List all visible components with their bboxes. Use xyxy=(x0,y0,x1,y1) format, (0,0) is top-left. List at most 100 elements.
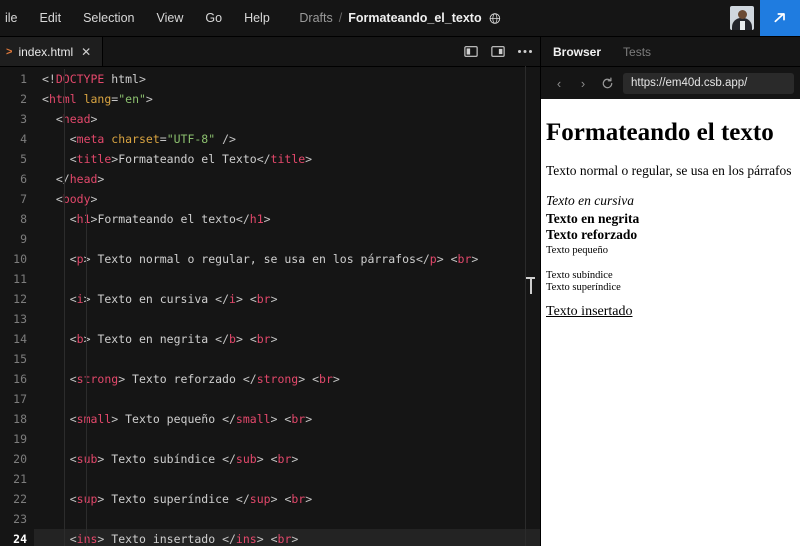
token-tag: html xyxy=(48,92,77,106)
token-punct: /> xyxy=(215,132,236,146)
line-number: 20 xyxy=(13,452,27,466)
browser-tab-browser[interactable]: Browser xyxy=(553,43,601,61)
url-input[interactable]: https://em40d.csb.app/ xyxy=(623,72,794,94)
token-tag: small xyxy=(235,412,271,426)
breadcrumb: Drafts / Formateando_el_texto xyxy=(299,11,501,25)
code-line[interactable] xyxy=(34,469,540,489)
code-line[interactable] xyxy=(34,269,540,289)
editor-scrollbar[interactable] xyxy=(526,66,540,546)
line-number: 17 xyxy=(13,392,27,406)
code-line[interactable]: <ins> Texto insertado </ins> <br> xyxy=(34,529,540,546)
token-punct: = xyxy=(159,132,167,146)
token-punct: </ xyxy=(222,452,236,466)
forward-icon[interactable]: › xyxy=(573,73,593,93)
line-number: 11 xyxy=(13,272,27,286)
title-bar: ile Edit Selection View Go Help Drafts / Form… xyxy=(0,0,800,37)
preview-formatted-block: Texto en cursiva Texto en negrita Texto … xyxy=(546,193,795,320)
menu-go[interactable]: Go xyxy=(194,7,233,29)
token-tag: br xyxy=(291,412,306,426)
token-tag: br xyxy=(277,452,292,466)
menu-help[interactable]: Help xyxy=(233,7,281,29)
token-punct: < xyxy=(69,412,77,426)
token-punct: < xyxy=(69,332,77,346)
back-icon[interactable]: ‹ xyxy=(549,73,569,93)
code-line[interactable]: <strong> Texto reforzado </strong> <br> xyxy=(34,369,540,389)
more-options-icon[interactable] xyxy=(516,44,534,60)
code-line[interactable] xyxy=(34,309,540,329)
token-txt: Texto insertado xyxy=(104,532,223,546)
breadcrumb-workspace[interactable]: Drafts xyxy=(299,11,332,25)
code-line[interactable]: <meta charset="UTF-8" /> xyxy=(34,129,540,149)
token-attr: charset xyxy=(111,132,160,146)
breadcrumb-project[interactable]: Formateando_el_texto xyxy=(348,11,481,25)
indent-guide xyxy=(86,207,87,546)
close-icon[interactable]: ✕ xyxy=(79,45,93,59)
reload-icon[interactable] xyxy=(597,73,617,93)
token-punct: < xyxy=(450,252,458,266)
code-line[interactable] xyxy=(34,429,540,449)
token-txt: Texto pequeño xyxy=(118,412,223,426)
token-punct: > xyxy=(305,152,313,166)
token-punct: < xyxy=(69,492,77,506)
line-number: 19 xyxy=(13,432,27,446)
toggle-preview-icon[interactable] xyxy=(489,44,507,60)
code-line[interactable]: <h1>Formateando el texto</h1> xyxy=(34,209,540,229)
code-line[interactable] xyxy=(34,229,540,249)
code-line[interactable]: <small> Texto pequeño </small> <br> xyxy=(34,409,540,429)
code-line[interactable] xyxy=(34,389,540,409)
browser-url-bar: ‹ › https://em40d.csb.app/ xyxy=(541,67,800,99)
code-line[interactable]: <html lang="en"> xyxy=(34,89,540,109)
token-str: "en" xyxy=(118,92,146,106)
code-line[interactable]: <title>Formateando el Texto</title> xyxy=(34,149,540,169)
code-editor[interactable]: 1234567891011121314151617181920212223242… xyxy=(0,67,540,546)
token-txt: Texto superíndice xyxy=(104,492,236,506)
share-button[interactable] xyxy=(760,0,800,36)
code-line[interactable] xyxy=(34,509,540,529)
line-number: 8 xyxy=(20,212,27,226)
menu-view[interactable]: View xyxy=(146,7,195,29)
token-punct: </ xyxy=(242,372,257,386)
menu-selection[interactable]: Selection xyxy=(72,7,145,29)
line-number: 21 xyxy=(13,472,27,486)
code-line[interactable]: <sup> Texto superíndice </sup> <br> xyxy=(34,489,540,509)
token-punct: < xyxy=(69,252,77,266)
browser-tab-tests[interactable]: Tests xyxy=(623,43,651,61)
token-punct: </ xyxy=(222,412,236,426)
menu-edit[interactable]: Edit xyxy=(29,7,73,29)
token-punct: < xyxy=(270,452,278,466)
split-editor-icon[interactable] xyxy=(462,44,480,60)
code-content[interactable]: <!DOCTYPE html> <html lang="en"> <head> <… xyxy=(34,67,540,546)
code-line[interactable]: <body> xyxy=(34,189,540,209)
code-line[interactable]: <!DOCTYPE html> xyxy=(34,69,540,89)
token-punct: > xyxy=(256,532,264,546)
code-line[interactable]: <b> Texto en negrita </b> <br> xyxy=(34,329,540,349)
preview-strong-text: Texto reforzado xyxy=(546,227,638,243)
token-punct: </ xyxy=(235,212,250,226)
code-line[interactable]: <i> Texto en cursiva </i> <br> xyxy=(34,289,540,309)
token-punct: > xyxy=(305,412,313,426)
token-tag: head xyxy=(69,172,98,186)
token-tag: br xyxy=(319,372,333,386)
editor-tab-index-html[interactable]: > index.html ✕ xyxy=(0,37,104,66)
token-punct: </ xyxy=(235,492,250,506)
token-punct: > xyxy=(145,92,153,106)
token-tag: br xyxy=(256,332,271,346)
line-number: 1 xyxy=(20,72,27,86)
line-number: 24 xyxy=(13,532,27,546)
code-line[interactable]: <sub> Texto subíndice </sub> <br> xyxy=(34,449,540,469)
line-number: 4 xyxy=(20,132,27,146)
code-line[interactable] xyxy=(34,349,540,369)
globe-icon[interactable] xyxy=(489,12,501,24)
code-line[interactable]: <p> Texto normal o regular, se usa en lo… xyxy=(34,249,540,269)
line-number: 13 xyxy=(13,312,27,326)
user-avatar[interactable] xyxy=(730,6,754,30)
token-tag: title xyxy=(76,152,112,166)
code-line[interactable]: </head> xyxy=(34,169,540,189)
menu-file[interactable]: ile xyxy=(0,7,29,29)
code-line[interactable]: <head> xyxy=(34,109,540,129)
